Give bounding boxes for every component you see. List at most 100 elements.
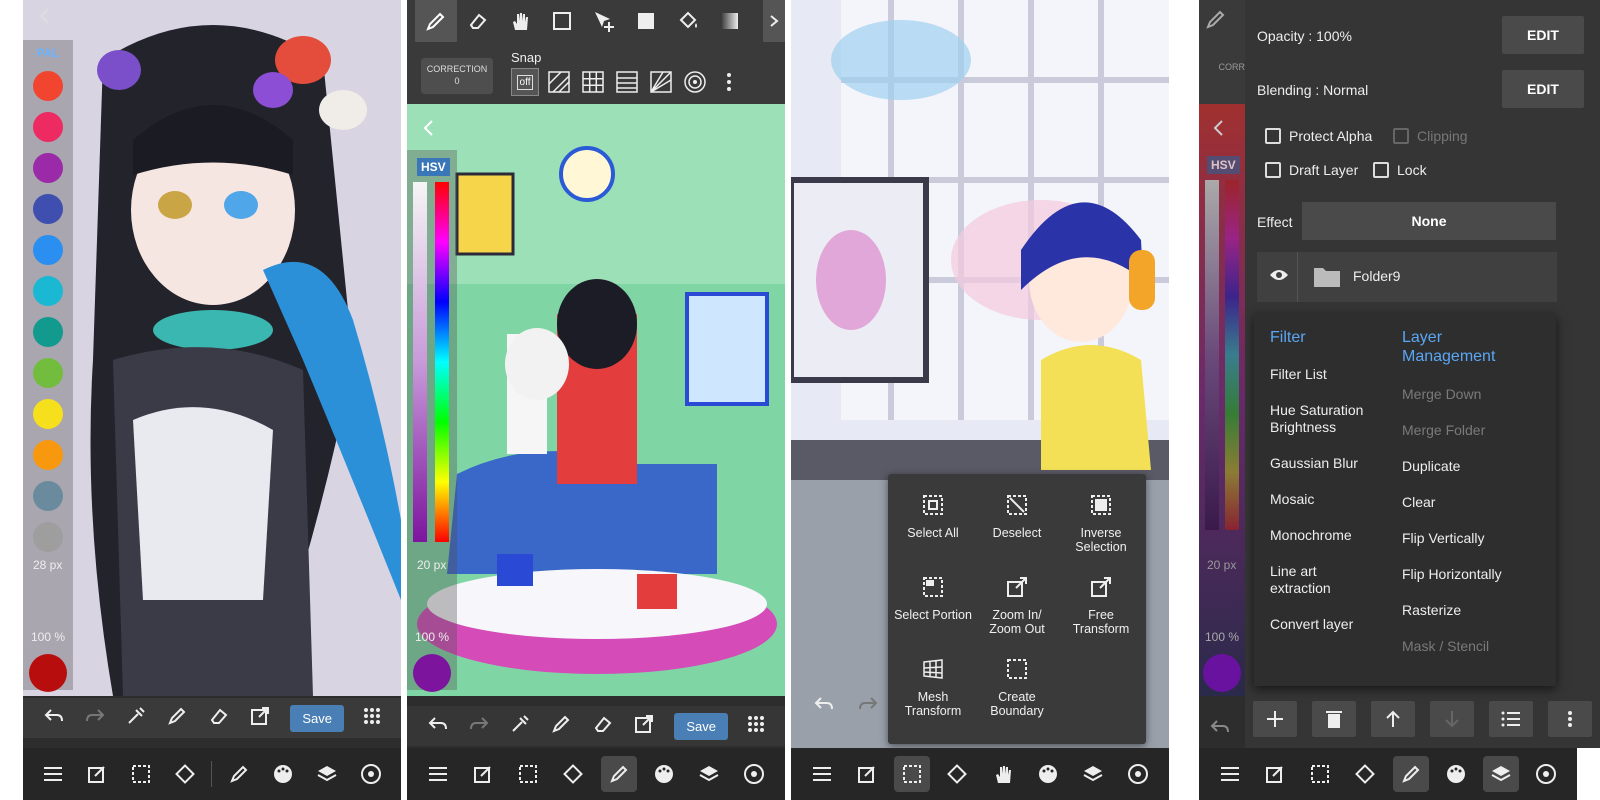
selection-icon[interactable]: [123, 756, 159, 792]
save-button[interactable]: Save: [674, 712, 728, 740]
grid-menu-icon[interactable]: [363, 707, 381, 730]
lock-checkbox[interactable]: Lock: [1373, 162, 1427, 178]
palette-tab-label[interactable]: PAL: [23, 46, 73, 60]
current-color-swatch[interactable]: [413, 654, 451, 692]
rotate-canvas-icon[interactable]: [939, 756, 975, 792]
redo-icon[interactable]: [857, 693, 879, 720]
hamburger-menu-icon[interactable]: [35, 756, 71, 792]
palette-icon[interactable]: [1438, 756, 1474, 792]
palette-swatch[interactable]: [33, 194, 63, 224]
snap-horizontal-icon[interactable]: [613, 68, 641, 96]
edit-canvas-icon[interactable]: [1257, 756, 1293, 792]
select-all-item[interactable]: Select All: [891, 494, 975, 540]
hsv-tab-label[interactable]: HSV: [1207, 156, 1240, 174]
canvas-artwork-girl-with-bird[interactable]: [23, 0, 401, 696]
hamburger-menu-icon[interactable]: [420, 756, 456, 792]
clipping-checkbox[interactable]: Clipping: [1393, 128, 1468, 144]
pen-icon[interactable]: [550, 713, 572, 740]
visibility-eye-icon[interactable]: [1269, 268, 1289, 287]
edit-canvas-icon[interactable]: [849, 756, 885, 792]
zoom-item[interactable]: Zoom In/ Zoom Out: [975, 576, 1059, 636]
layers-icon[interactable]: [1483, 756, 1520, 792]
hand-tool-icon[interactable]: [985, 756, 1021, 792]
toolbar-scroll-right-icon[interactable]: [763, 0, 785, 42]
rectangle-tool-icon[interactable]: [541, 0, 583, 42]
hue-slider[interactable]: [1225, 180, 1239, 530]
gaussian-blur-item[interactable]: Gaussian Blur: [1270, 455, 1358, 472]
brush-tool-icon[interactable]: [600, 756, 637, 792]
value-slider[interactable]: [413, 182, 427, 542]
edit-canvas-icon[interactable]: [465, 756, 501, 792]
selection-icon[interactable]: [510, 756, 546, 792]
grid-menu-icon[interactable]: [747, 715, 765, 738]
inverse-selection-item[interactable]: Inverse Selection: [1059, 494, 1143, 554]
value-slider[interactable]: [1205, 180, 1219, 530]
brush-tool-icon[interactable]: [1392, 756, 1429, 792]
hsv-tab-label[interactable]: HSV: [417, 158, 450, 176]
move-layer-up-button[interactable]: [1370, 701, 1415, 737]
palette-icon[interactable]: [1030, 756, 1066, 792]
rotate-canvas-icon[interactable]: [1347, 756, 1383, 792]
hamburger-menu-icon[interactable]: [804, 756, 840, 792]
selection-icon[interactable]: [894, 756, 931, 792]
effect-dropdown[interactable]: None: [1302, 202, 1556, 240]
back-chevron-icon[interactable]: [1209, 118, 1229, 143]
layers-icon[interactable]: [309, 756, 345, 792]
palette-swatch[interactable]: [33, 276, 63, 306]
canvas-artwork-living-room[interactable]: [407, 104, 785, 696]
move-tool-icon[interactable]: [583, 0, 625, 42]
duplicate-item[interactable]: Duplicate: [1402, 458, 1460, 475]
blending-edit-button[interactable]: EDIT: [1502, 70, 1584, 108]
rotate-canvas-icon[interactable]: [167, 756, 203, 792]
snap-circle-icon[interactable]: [681, 68, 709, 96]
line-art-extraction-item[interactable]: Line art extraction: [1270, 563, 1360, 597]
protect-alpha-checkbox[interactable]: Protect Alpha: [1265, 128, 1372, 144]
selection-icon[interactable]: [1302, 756, 1338, 792]
snap-grid-icon[interactable]: [579, 68, 607, 96]
flip-vertically-item[interactable]: Flip Vertically: [1402, 530, 1484, 547]
current-color-swatch[interactable]: [29, 654, 67, 692]
materials-icon[interactable]: [1120, 756, 1156, 792]
palette-swatch[interactable]: [33, 153, 63, 183]
undo-icon[interactable]: [43, 705, 65, 732]
eraser-icon[interactable]: [208, 705, 230, 732]
materials-icon[interactable]: [1528, 756, 1564, 792]
more-options-icon[interactable]: [715, 68, 743, 96]
palette-icon[interactable]: [646, 756, 682, 792]
export-icon[interactable]: [633, 713, 655, 740]
mesh-transform-item[interactable]: Mesh Transform: [891, 658, 975, 718]
layer-list-button[interactable]: [1489, 701, 1534, 737]
select-portion-item[interactable]: Select Portion: [891, 576, 975, 622]
save-button[interactable]: Save: [290, 704, 344, 732]
layers-icon[interactable]: [1075, 756, 1111, 792]
palette-swatch[interactable]: [33, 522, 63, 552]
layer-row-folder9[interactable]: Folder9: [1257, 252, 1557, 302]
opacity-edit-button[interactable]: EDIT: [1502, 16, 1584, 54]
edit-canvas-icon[interactable]: [79, 756, 115, 792]
correction-button-partial[interactable]: CORR: [1199, 62, 1246, 72]
palette-swatch[interactable]: [33, 112, 63, 142]
deselect-item[interactable]: Deselect: [975, 494, 1059, 540]
undo-icon[interactable]: [1209, 716, 1231, 743]
hue-slider[interactable]: [435, 182, 449, 542]
redo-icon[interactable]: [84, 705, 106, 732]
hamburger-menu-icon[interactable]: [1212, 756, 1248, 792]
current-color-swatch[interactable]: [1203, 654, 1241, 692]
create-boundary-item[interactable]: Create Boundary: [975, 658, 1059, 718]
eraser-tool-icon[interactable]: [457, 0, 499, 42]
add-layer-button[interactable]: [1252, 701, 1297, 737]
rasterize-item[interactable]: Rasterize: [1402, 602, 1461, 619]
rotate-canvas-icon[interactable]: [555, 756, 591, 792]
palette-swatch[interactable]: [33, 317, 63, 347]
pen-tool-icon[interactable]: [1205, 8, 1227, 35]
bucket-tool-icon[interactable]: [667, 0, 709, 42]
materials-icon[interactable]: [353, 756, 389, 792]
undo-icon[interactable]: [427, 713, 449, 740]
free-transform-item[interactable]: Free Transform: [1059, 576, 1143, 636]
hand-tool-icon[interactable]: [499, 0, 541, 42]
back-chevron-icon[interactable]: [35, 6, 55, 26]
undo-icon[interactable]: [813, 693, 835, 720]
more-options-button[interactable]: [1548, 701, 1593, 737]
draft-layer-checkbox[interactable]: Draft Layer: [1265, 162, 1358, 178]
delete-layer-button[interactable]: [1311, 701, 1356, 737]
